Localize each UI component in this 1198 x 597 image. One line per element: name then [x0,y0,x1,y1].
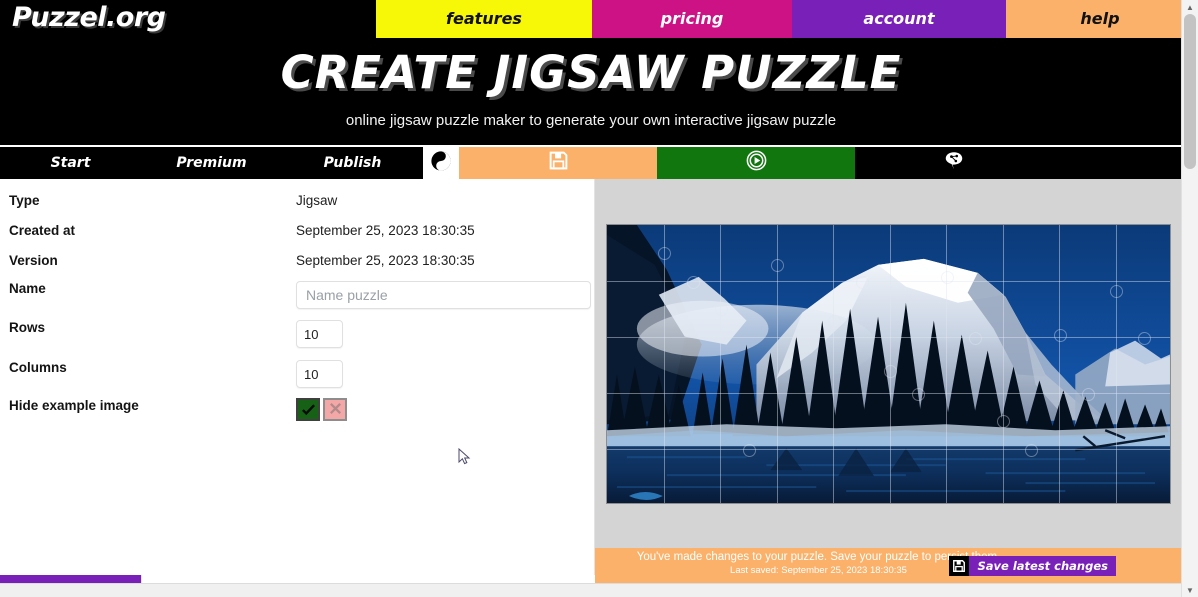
jigsaw-grid-overlay [607,225,1170,503]
tab-bar: Start Settings Premium Publish [0,147,1182,597]
value-version: September 25, 2023 18:30:35 [296,253,475,268]
close-icon [328,401,343,419]
save-notification-bar: You've made changes to your puzzle. Save… [595,548,1182,583]
tab-publish[interactable]: Publish [282,147,423,179]
play-circle-icon [745,149,768,177]
page-subtitle: online jigsaw puzzle maker to generate y… [345,112,837,129]
save-puzzle-button[interactable] [459,147,657,179]
hide-example-image-yes-button[interactable] [296,398,320,421]
setting-row-version: Version September 25, 2023 18:30:35 [0,253,594,268]
value-created-at: September 25, 2023 18:30:35 [296,223,475,238]
footer-strip [0,583,1182,597]
play-puzzle-button[interactable] [657,147,855,179]
floppy-disk-icon [548,150,569,176]
check-icon [301,402,316,417]
columns-input[interactable] [296,360,343,388]
tab-start[interactable]: Start [0,147,141,179]
label-hide-example-image: Hide example image [9,398,139,413]
hide-example-image-toggle-group [296,398,347,421]
label-version: Version [9,253,58,268]
label-type: Type [9,193,40,208]
page-root: Puzzel.org features pricing account help… [0,0,1198,597]
label-rows: Rows [9,320,46,335]
share-balloon-icon [943,150,965,177]
yin-yang-icon [430,150,452,177]
vertical-scrollbar[interactable]: ▲ ▼ [1181,0,1198,597]
brand-logo[interactable]: Puzzel.org [12,2,166,33]
hero-banner: CREATE JIGSAW PUZZLE online jigsaw puzzl… [0,38,1182,145]
floppy-disk-icon-small [949,556,970,576]
scrollbar-thumb[interactable] [1184,14,1196,169]
nav-item-account[interactable]: account [792,0,1006,38]
name-input[interactable] [296,281,591,309]
puzzle-preview-panel [595,179,1182,548]
hide-example-image-no-button[interactable] [323,398,347,421]
scroll-up-arrow-icon[interactable]: ▲ [1182,0,1198,14]
nav-item-features[interactable]: features [376,0,592,38]
nav-item-help[interactable]: help [1006,0,1194,38]
main-navigation: features pricing account help [376,0,1194,38]
label-created-at: Created at [9,223,76,238]
label-name: Name [9,281,46,296]
rows-input[interactable] [296,320,343,348]
settings-panel: Type Jigsaw Created at September 25, 202… [0,179,595,575]
site-header: Puzzel.org features pricing account help [0,0,1194,38]
setting-row-type: Type Jigsaw [0,193,594,208]
save-latest-changes-button[interactable]: Save latest changes [949,556,1116,576]
label-columns: Columns [9,360,67,375]
setting-row-rows: Rows [0,320,594,348]
page-title: CREATE JIGSAW PUZZLE [280,46,902,99]
share-puzzle-button[interactable] [855,147,1053,179]
tab-premium[interactable]: Premium [141,147,282,179]
contrast-toggle-button[interactable] [423,147,459,179]
setting-row-name: Name [0,281,594,309]
puzzle-preview-image[interactable] [606,224,1171,504]
setting-row-hide-example-image: Hide example image [0,398,594,421]
scroll-down-arrow-icon[interactable]: ▼ [1182,583,1198,597]
nav-item-pricing[interactable]: pricing [592,0,792,38]
setting-row-created-at: Created at September 25, 2023 18:30:35 [0,223,594,238]
save-button-label: Save latest changes [969,556,1116,576]
value-type: Jigsaw [296,193,338,208]
setting-row-columns: Columns [0,360,594,388]
